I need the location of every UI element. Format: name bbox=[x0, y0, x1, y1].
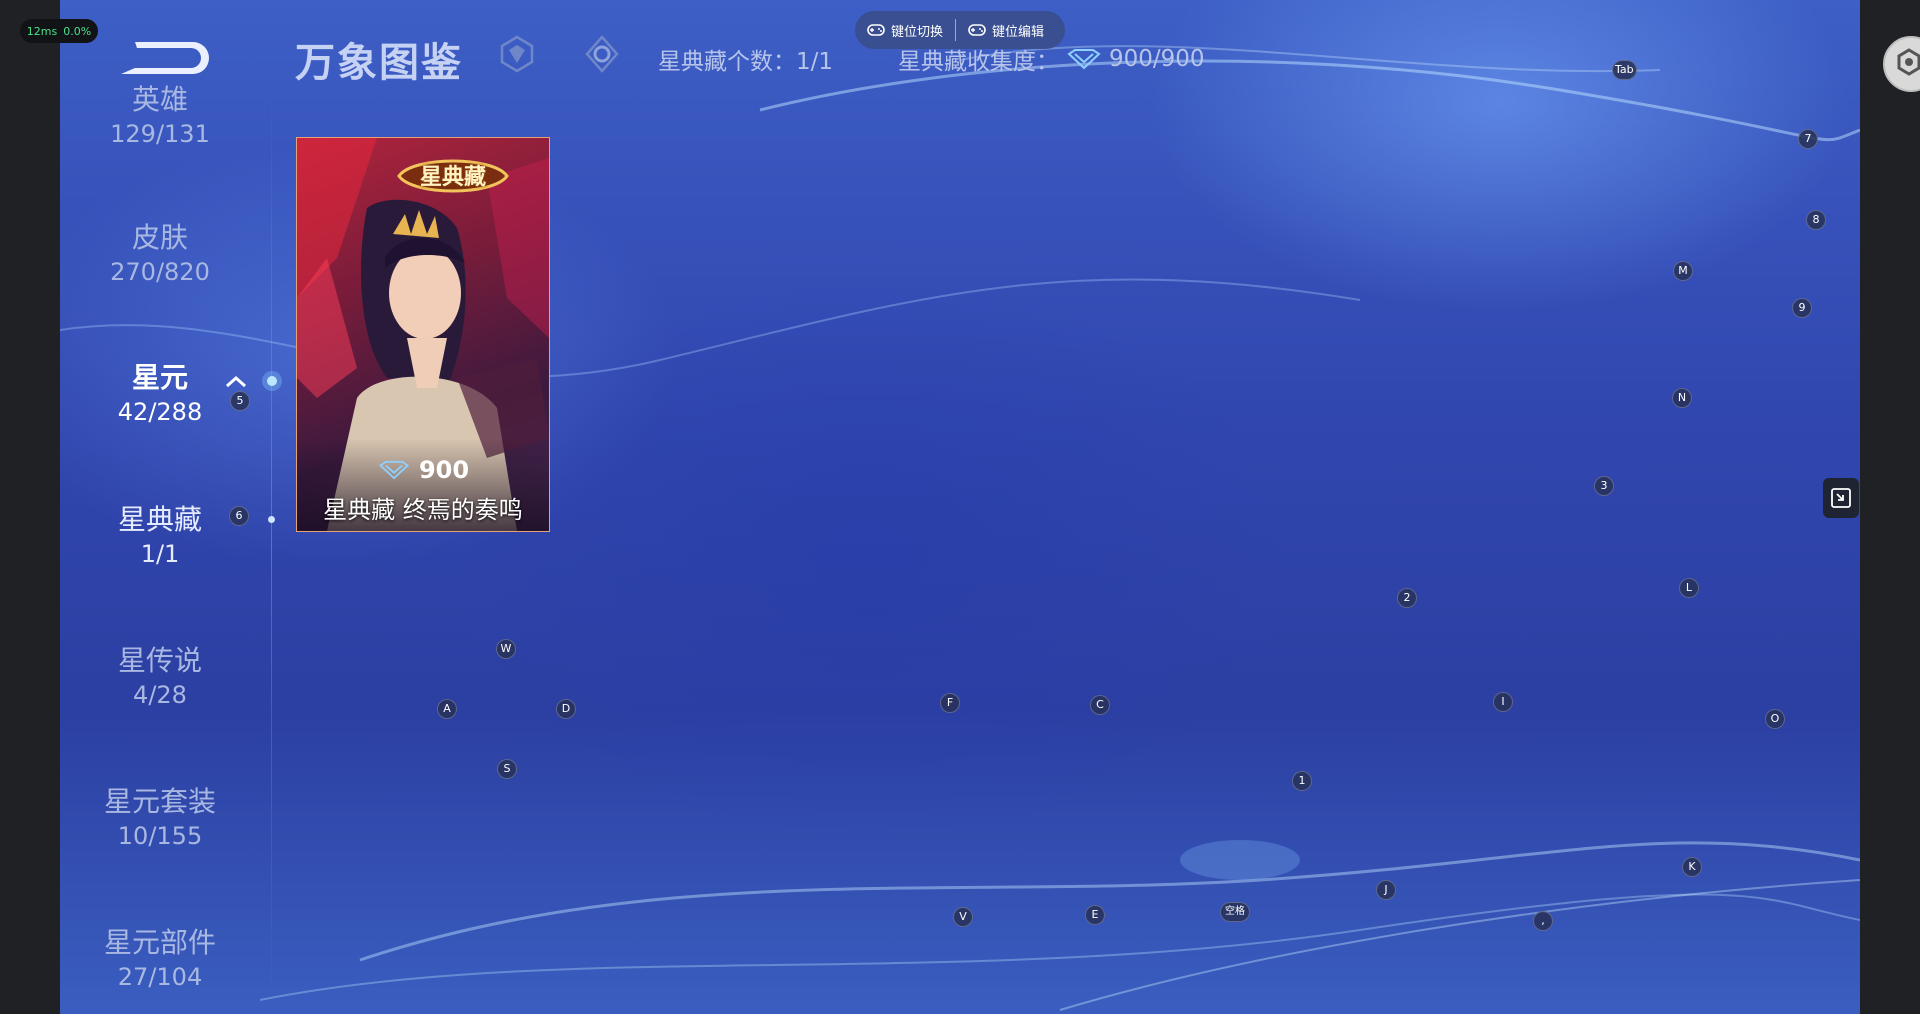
key-hint-space: 空格 bbox=[1220, 902, 1250, 922]
key-hint-d: D bbox=[556, 699, 576, 719]
key-switch-label: 键位切换 bbox=[891, 24, 944, 40]
key-edit-button[interactable]: 键位编辑 bbox=[956, 11, 1056, 49]
key-hint-v: V bbox=[953, 907, 973, 927]
collection-progress-value: 900/900 bbox=[1109, 46, 1205, 72]
sidebar-item-label: 星元部件 bbox=[103, 926, 216, 959]
sidebar-item-heroes[interactable]: 英雄 129/131 bbox=[60, 82, 260, 150]
key-hint-w: W bbox=[496, 639, 516, 659]
key-hint-m: M bbox=[1673, 261, 1693, 281]
key-hint-6: 6 bbox=[229, 506, 249, 526]
key-hint-n: N bbox=[1672, 388, 1692, 408]
key-edit-label: 键位编辑 bbox=[992, 24, 1045, 40]
key-hint-3: 3 bbox=[1594, 476, 1614, 496]
key-hint-comma: , bbox=[1533, 911, 1553, 931]
collection-count-stat: 星典藏个数：1/1 bbox=[658, 49, 834, 75]
key-hint-l: L bbox=[1679, 578, 1699, 598]
key-hint-1: 1 bbox=[1292, 771, 1312, 791]
key-hint-tab: Tab bbox=[1612, 60, 1637, 80]
key-mapping-toolbar: 键位切换 键位编辑 bbox=[855, 11, 1065, 49]
sidebar-item-count: 4/28 bbox=[133, 681, 187, 709]
key-hint-k: K bbox=[1682, 857, 1702, 877]
key-hint-a: A bbox=[437, 699, 457, 719]
floating-settings-button[interactable] bbox=[1883, 36, 1920, 92]
card-badge-label: 星典藏 bbox=[419, 165, 486, 190]
back-button[interactable] bbox=[115, 28, 215, 80]
hex-filter-icon[interactable] bbox=[497, 34, 537, 74]
sidebar-item-label: 星传说 bbox=[117, 644, 202, 677]
key-hint-e: E bbox=[1085, 905, 1105, 925]
skin-card[interactable]: 星典藏 900 星典藏 终焉的奏鸣 bbox=[296, 137, 550, 532]
gear-icon bbox=[1897, 48, 1920, 76]
key-hint-5: 5 bbox=[230, 391, 250, 411]
performance-badge: 12ms 0.0% bbox=[20, 19, 98, 43]
expand-window-icon bbox=[1831, 488, 1851, 508]
key-hint-c: C bbox=[1090, 695, 1110, 715]
card-price-value: 900 bbox=[418, 456, 470, 484]
sidebar-item-count: 27/104 bbox=[117, 963, 203, 991]
loss-value: 0.0% bbox=[63, 24, 92, 38]
card-price: 900 bbox=[297, 456, 549, 484]
search-filter-icon[interactable] bbox=[582, 34, 622, 74]
crystal-icon bbox=[1067, 49, 1101, 70]
sidebar-item-count: 270/820 bbox=[110, 258, 210, 286]
key-hint-f: F bbox=[940, 693, 960, 713]
sidebar-item-skins[interactable]: 皮肤 270/820 bbox=[60, 220, 260, 288]
sidebar-item-parts[interactable]: 星元部件 27/104 bbox=[60, 925, 260, 993]
resize-icon[interactable] bbox=[1823, 478, 1859, 518]
sidebar-item-count: 1/1 bbox=[140, 540, 180, 568]
key-switch-button[interactable]: 键位切换 bbox=[855, 11, 955, 49]
page-title: 万象图鉴 bbox=[295, 40, 463, 86]
gamepad-icon bbox=[867, 24, 885, 36]
sidebar-item-sets[interactable]: 星元套装 10/155 bbox=[60, 784, 260, 852]
key-hint-s: S bbox=[497, 759, 517, 779]
key-hint-j: J bbox=[1376, 880, 1396, 900]
key-hint-o: O bbox=[1765, 709, 1785, 729]
sidebar-item-label: 英雄 bbox=[131, 83, 188, 116]
nav-dot-icon bbox=[268, 516, 275, 523]
gamepad-icon bbox=[968, 24, 986, 36]
key-hint-2: 2 bbox=[1397, 588, 1417, 608]
key-hint-8: 8 bbox=[1806, 210, 1826, 230]
sidebar-item-count: 10/155 bbox=[117, 822, 203, 850]
sidebar-item-count: 129/131 bbox=[110, 120, 210, 148]
sidebar-item-legend[interactable]: 星传说 4/28 bbox=[60, 643, 260, 711]
sidebar-divider bbox=[271, 80, 272, 1010]
key-hint-9: 9 bbox=[1792, 298, 1812, 318]
key-hint-7: 7 bbox=[1798, 129, 1818, 149]
game-stage: 英雄 129/131 皮肤 270/820 星元 42/288 星典藏 1/1 … bbox=[60, 0, 1860, 1014]
crystal-icon bbox=[378, 460, 410, 480]
sidebar-item-label: 皮肤 bbox=[131, 221, 188, 254]
latency-value: 12ms bbox=[26, 24, 58, 38]
key-hint-i: I bbox=[1493, 692, 1513, 712]
card-name: 星典藏 终焉的奏鸣 bbox=[323, 496, 523, 524]
sidebar-item-label: 星元套装 bbox=[103, 785, 216, 818]
